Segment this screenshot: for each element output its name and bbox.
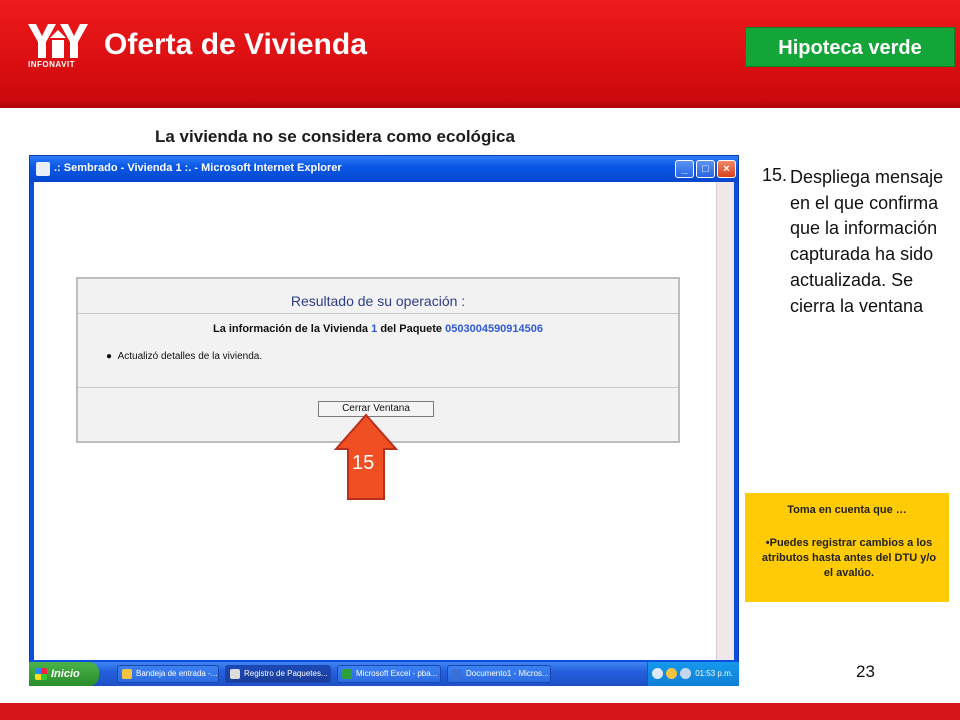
maximize-button[interactable]: □ [696, 160, 715, 178]
tray-app-icon[interactable] [666, 668, 677, 679]
ie-titlebar[interactable]: .: Sembrado - Vivienda 1 :. - Microsoft … [30, 156, 738, 182]
taskbar-item-outlook[interactable]: Bandeja de entrada -... [117, 665, 219, 683]
ie-window: .: Sembrado - Vivienda 1 :. - Microsoft … [29, 155, 739, 665]
app-title: Oferta de Vivienda [104, 28, 367, 61]
header-banner: INFONAVIT Oferta de Vivienda Hipoteca ve… [0, 0, 960, 108]
bullet-text: Actualizó detalles de la vivienda. [117, 351, 263, 362]
word-icon [452, 669, 462, 679]
vertical-scrollbar[interactable] [716, 182, 734, 660]
bullet-icon: ● [106, 351, 118, 362]
clock: 01:53 p.m. [695, 669, 733, 678]
paquete-number: 0503004590914506 [445, 323, 544, 335]
ie-app-icon [36, 162, 50, 176]
logo-text: INFONAVIT [28, 60, 76, 69]
result-title: Resultado de su operación : [290, 293, 466, 309]
start-button[interactable]: Inicio [29, 662, 99, 686]
ie-window-title: .: Sembrado - Vivienda 1 :. - Microsoft … [54, 162, 342, 174]
taskbar-item-excel[interactable]: Microsoft Excel - pba... [337, 665, 441, 683]
note-box: Toma en cuenta que … •Puedes registrar c… [745, 493, 949, 602]
divider [78, 313, 678, 314]
outlook-icon [122, 669, 132, 679]
vivienda-number: 1 [371, 323, 378, 335]
step-number: 15. [762, 165, 788, 185]
taskbar-item-registro[interactable]: Registro de Paquetes... [225, 665, 331, 683]
result-info: La información de la Vivienda 1 del Paqu… [78, 323, 678, 335]
ie-icon [230, 669, 240, 679]
back-arrow-icon[interactable] [652, 668, 663, 679]
windows-taskbar: Inicio Bandeja de entrada -... Registro … [29, 662, 739, 686]
footer-bar [0, 703, 960, 720]
note-body: •Puedes registrar cambios a los atributo… [761, 537, 937, 579]
info-middle: del Paquete [380, 323, 443, 335]
tray-app-icon[interactable] [680, 668, 691, 679]
system-tray: 01:53 p.m. [647, 662, 739, 686]
note-title: Toma en cuenta que … [787, 504, 907, 516]
start-label: Inicio [51, 668, 80, 680]
result-bullet: ● Actualizó detalles de la vivienda. [106, 351, 262, 362]
step-text: Despliega mensaje en el que confirma que… [790, 167, 944, 316]
slide-subtitle: La vivienda no se considera como ecológi… [155, 127, 515, 146]
excel-icon [342, 669, 352, 679]
minimize-button[interactable]: _ [675, 160, 694, 178]
divider [78, 387, 678, 388]
taskbar-item-word[interactable]: Documento1 - Micros... [447, 665, 551, 683]
step-arrow-label: 15 [352, 452, 375, 474]
windows-flag-icon [35, 668, 47, 680]
page-number: 23 [856, 662, 875, 681]
info-prefix: La información de la Vivienda [212, 323, 369, 335]
close-button[interactable]: × [717, 160, 736, 178]
hipoteca-verde-badge: Hipoteca verde [745, 27, 955, 67]
